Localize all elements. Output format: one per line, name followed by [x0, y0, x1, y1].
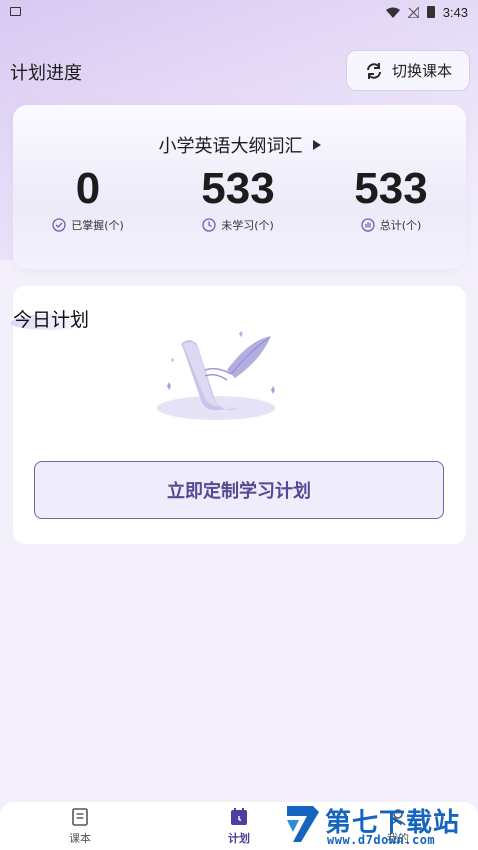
page-title: 计划进度: [10, 63, 82, 84]
wifi-icon: [385, 7, 400, 18]
custom-plan-button[interactable]: 立即定制学习计划: [34, 461, 444, 519]
stat-total-value: 533: [354, 164, 428, 213]
stat-unlearned: 533 未学习(个): [163, 163, 313, 233]
check-circle-icon: [52, 218, 66, 232]
battery-icon: [426, 6, 435, 18]
switch-textbook-button[interactable]: 切换课本: [346, 50, 470, 91]
stat-mastered-value: 0: [75, 164, 101, 213]
bar-chart-icon: [361, 218, 375, 232]
stat-total: 533 总计(个): [316, 163, 466, 233]
status-time: 3:43: [442, 4, 468, 20]
stat-mastered: 0 已掌握(个): [13, 163, 163, 233]
book-selector[interactable]: 小学英语大纲词汇: [13, 132, 466, 158]
book-icon: [72, 808, 88, 826]
watermark-logo-icon: [287, 806, 319, 842]
today-plan-title: 今日计划: [13, 309, 90, 331]
stat-mastered-label: 已掌握(个): [71, 219, 124, 232]
stat-total-label: 总计(个): [379, 219, 422, 232]
clock-icon: [202, 218, 216, 232]
progress-card: 小学英语大纲词汇 0 已掌握(个) 533 未学习(个) 533 总计(个): [13, 105, 466, 269]
tab-textbook[interactable]: 课本: [50, 806, 110, 846]
caret-right-icon: [312, 140, 321, 150]
stat-unlearned-value: 533: [201, 164, 275, 213]
custom-plan-button-label: 立即定制学习计划: [167, 481, 311, 502]
no-signal-icon: [407, 6, 419, 18]
tab-textbook-label: 课本: [69, 832, 91, 845]
watermark: 第七下载站 www.d7down.com: [283, 800, 478, 850]
tab-plan[interactable]: 计划: [209, 806, 269, 846]
status-bar: 3:43: [0, 0, 478, 24]
refresh-icon: [366, 62, 381, 79]
today-plan-card: 今日计划 立即定制学习计划: [11, 286, 466, 544]
calendar-icon: [231, 808, 247, 825]
tab-plan-label: 计划: [228, 832, 250, 845]
book-name: 小学英语大纲词汇: [158, 136, 303, 157]
empty-plan-illustration: [157, 331, 275, 420]
watermark-url: www.d7down.com: [327, 833, 436, 847]
stat-unlearned-label: 未学习(个): [221, 219, 274, 232]
gallery-notification-icon: [10, 6, 21, 16]
switch-textbook-label: 切换课本: [391, 62, 452, 80]
